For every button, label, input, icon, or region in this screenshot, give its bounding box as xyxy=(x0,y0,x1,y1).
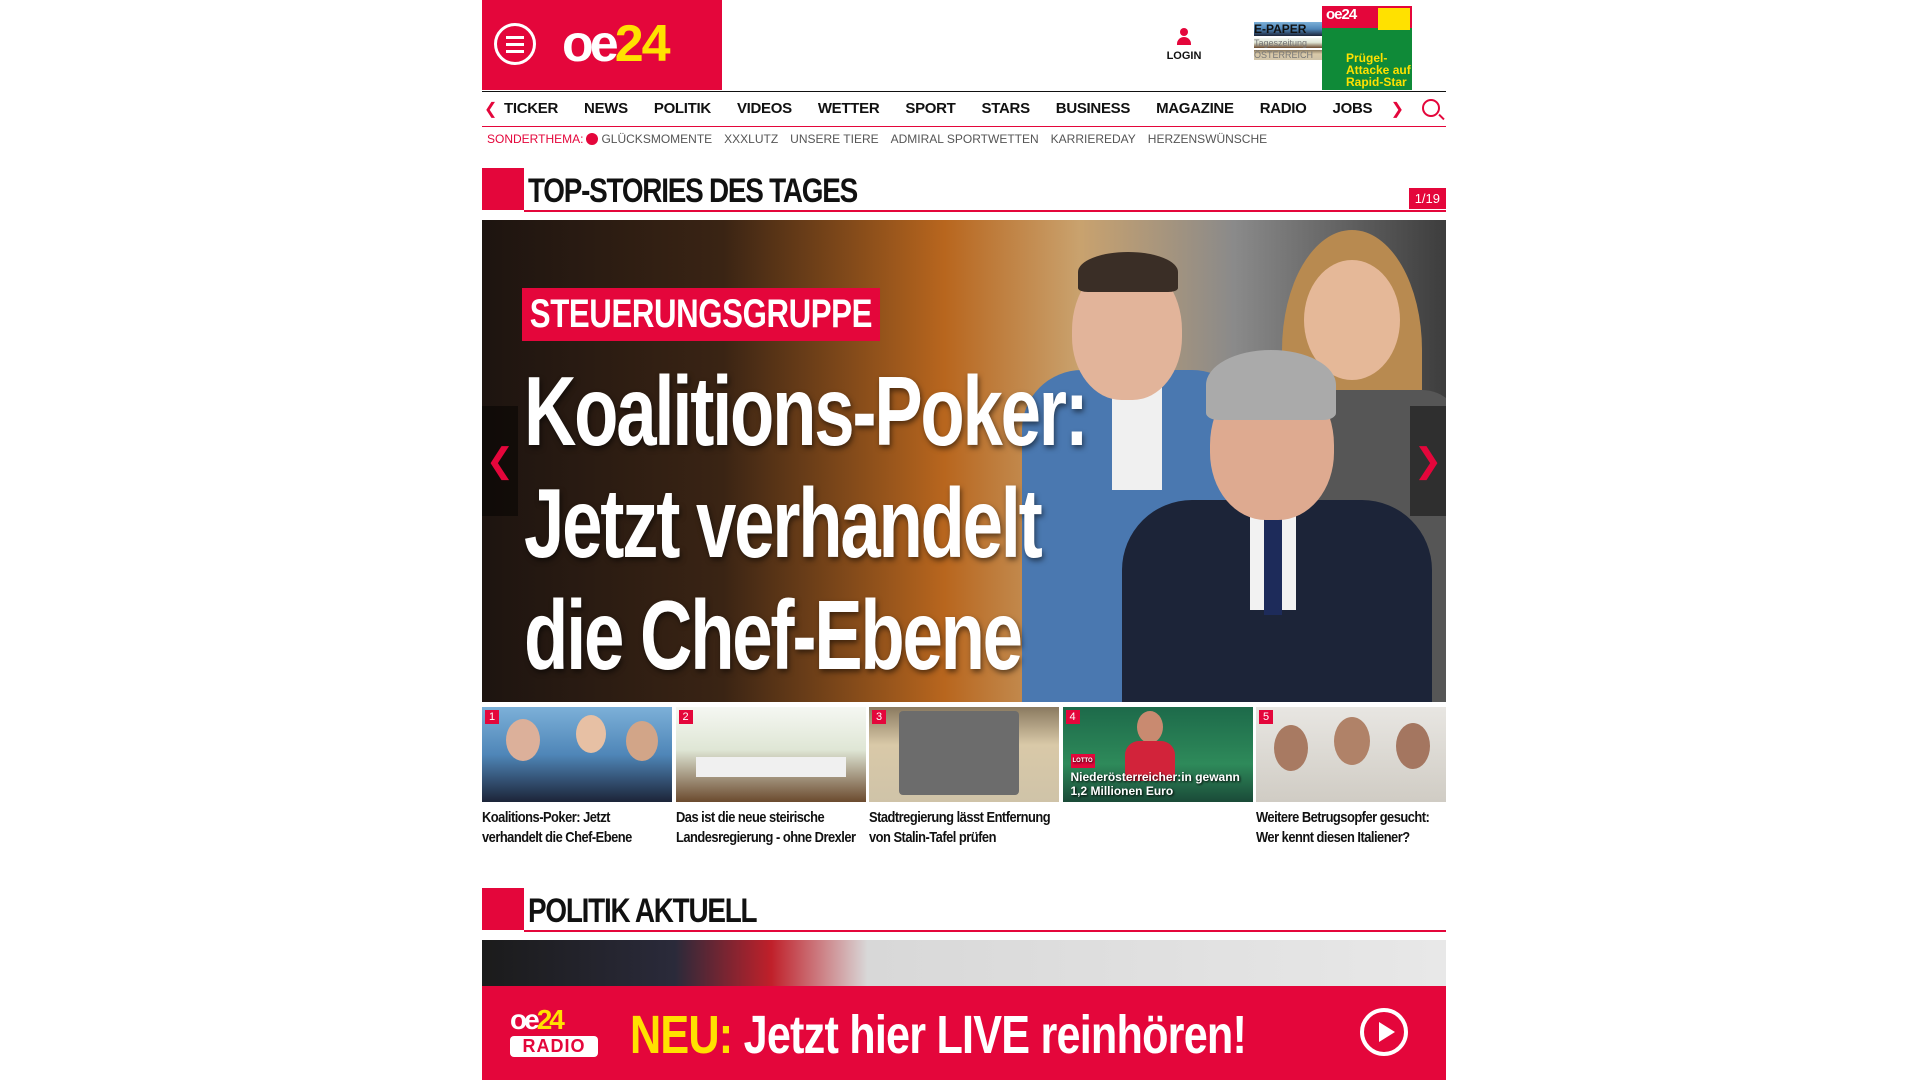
nav-prev-arrow[interactable]: ❮ xyxy=(484,99,497,119)
page: oe24 LOGIN E-PAPER Tageszeitung ÖSTERREI… xyxy=(482,0,1446,1080)
epaper-cover[interactable]: oe24 Prügel-Attacke auf Rapid-Star xyxy=(1322,6,1412,90)
subnav-item[interactable]: UNSERE TIERE xyxy=(790,132,878,146)
hero-next-button[interactable]: ❯ xyxy=(1410,406,1446,516)
teaser-image[interactable]: 2 xyxy=(675,707,866,802)
teaser-number: 4 xyxy=(1065,710,1080,724)
radio-logo-text: oe xyxy=(510,1004,540,1035)
teaser-image[interactable]: 5 xyxy=(1256,707,1446,802)
teaser-number: 3 xyxy=(872,710,887,724)
radio-logo: oe24 RADIO xyxy=(510,1006,598,1057)
radio-logo-num: 24 xyxy=(536,1004,565,1035)
subnav-list: GLÜCKSMOMENTE XXXLUTZ UNSERE TIERE ADMIRAL … xyxy=(601,132,1279,146)
nav-next-arrow[interactable]: ❯ xyxy=(1391,99,1404,119)
nav-item[interactable]: WETTER xyxy=(818,100,880,117)
site-logo[interactable]: oe24 xyxy=(562,14,671,74)
radio-new-label: NEU: xyxy=(630,1005,733,1065)
subnav-item[interactable]: GLÜCKSMOMENTE xyxy=(601,132,712,146)
login-button[interactable]: LOGIN xyxy=(1154,28,1214,62)
main-nav: ❮ TICKER NEWS POLITIK VIDEOS WETTER SPORT STAR… xyxy=(482,91,1446,127)
politik-heading: POLITIK AKTUELL xyxy=(482,888,1446,932)
story-teasers: 1 Koalitions-Poker: Jetzt verhandelt die… xyxy=(482,707,1446,848)
nav-item[interactable]: RADIO xyxy=(1260,100,1307,117)
nav-item[interactable]: POLITIK xyxy=(654,100,711,117)
nav-item[interactable]: BUSINESS xyxy=(1056,100,1131,117)
cover-headline: Prügel-Attacke auf Rapid-Star xyxy=(1346,51,1411,89)
teaser-caption[interactable]: Stadtregierung lässt Entfernung von Stal… xyxy=(869,808,1058,848)
radio-cta-text: Jetzt hier LIVE reinhören! xyxy=(732,1005,1247,1065)
teaser-number: 2 xyxy=(678,710,693,724)
teaser-card[interactable]: 1 Koalitions-Poker: Jetzt verhandelt die… xyxy=(482,707,672,848)
search-icon[interactable] xyxy=(1422,99,1440,117)
epaper-subtitle: Tageszeitung xyxy=(1254,38,1322,48)
section-title: POLITIK AKTUELL xyxy=(528,892,758,930)
radio-message: NEU: Jetzt hier LIVE reinhören! xyxy=(630,1004,1247,1066)
nav-item[interactable]: VIDEOS xyxy=(737,100,792,117)
subnav-label: SONDERTHEMA: xyxy=(487,132,584,146)
play-icon[interactable] xyxy=(1360,1008,1408,1056)
teaser-card[interactable]: 2 Das ist die neue steirische Landesregi… xyxy=(675,707,866,848)
hero-headline-line: die Chef-Ebene xyxy=(524,580,1023,690)
teaser-caption[interactable]: Koalitions-Poker: Jetzt verhandelt die C… xyxy=(482,808,671,848)
nav-list: TICKER NEWS POLITIK VIDEOS WETTER SPORT STARS B… xyxy=(504,100,1398,117)
hamburger-menu-icon[interactable] xyxy=(494,23,536,65)
teaser-caption[interactable]: Das ist die neue steirische Landesregier… xyxy=(676,808,865,848)
hero-headline-line: Jetzt verhandelt xyxy=(524,468,1043,578)
epaper-link[interactable]: E-PAPER Tageszeitung ÖSTERREICH xyxy=(1254,22,1322,60)
subnav-item[interactable]: HERZENSWÜNSCHE xyxy=(1148,132,1267,146)
lotto-tag: LOTTO xyxy=(1070,754,1095,768)
section-marker xyxy=(482,888,524,930)
epaper-country: ÖSTERREICH xyxy=(1254,50,1322,60)
hero-headline[interactable]: Koalitions-Poker: Jetzt verhandelt die C… xyxy=(524,355,1116,691)
nav-item[interactable]: NEWS xyxy=(584,100,628,117)
teaser-overlay-text: Niederösterreicher:in gewann 1,2 Million… xyxy=(1070,770,1240,798)
radio-logo-label: RADIO xyxy=(510,1036,598,1057)
teaser-number: 1 xyxy=(485,710,500,724)
logo-box[interactable]: oe24 xyxy=(482,0,722,90)
subnav-item[interactable]: KARRIEREDAY xyxy=(1051,132,1136,146)
nav-item[interactable]: SPORT xyxy=(905,100,955,117)
subnav-item[interactable]: ADMIRAL SPORTWETTEN xyxy=(891,132,1039,146)
user-icon xyxy=(1177,28,1191,46)
section-marker xyxy=(482,168,524,210)
teaser-caption[interactable]: Weitere Betrugsopfer gesucht: Wer kennt … xyxy=(1256,808,1445,848)
teaser-card[interactable]: 5 Weitere Betrugsopfer gesucht: Wer kenn… xyxy=(1256,707,1446,848)
nav-item[interactable]: TICKER xyxy=(504,100,558,117)
teaser-number: 5 xyxy=(1259,710,1274,724)
section-underline xyxy=(524,210,1446,212)
teaser-image[interactable]: 1 xyxy=(482,707,672,802)
hero-story[interactable]: STEUERUNGSGRUPPE Koalitions-Poker: Jetzt… xyxy=(482,220,1446,702)
radio-banner[interactable]: oe24 RADIO NEU: Jetzt hier LIVE reinhöre… xyxy=(482,986,1446,1080)
hero-prev-button[interactable]: ❮ xyxy=(482,406,518,516)
nav-item[interactable]: MAGAZINE xyxy=(1156,100,1234,117)
nav-item[interactable]: JOBS xyxy=(1333,100,1373,117)
teaser-image[interactable]: 4 LOTTO Niederösterreicher:in gewann 1,2… xyxy=(1062,707,1253,802)
top-stories-heading: TOP-STORIES DES TAGES 1/19 xyxy=(482,168,1446,212)
login-label: LOGIN xyxy=(1166,50,1202,62)
nav-item[interactable]: STARS xyxy=(982,100,1031,117)
clover-icon xyxy=(586,133,599,145)
epaper-title: E-PAPER xyxy=(1254,22,1322,36)
teaser-card[interactable]: 4 LOTTO Niederösterreicher:in gewann 1,2… xyxy=(1062,707,1253,848)
section-underline xyxy=(524,930,1446,932)
section-title: TOP-STORIES DES TAGES xyxy=(528,172,858,210)
hero-headline-line: Koalitions-Poker: xyxy=(524,356,1089,466)
story-counter: 1/19 xyxy=(1408,188,1446,209)
teaser-image[interactable]: 3 xyxy=(869,707,1059,802)
teaser-card[interactable]: 3 Stadtregierung lässt Entfernung von St… xyxy=(869,707,1059,848)
subnav-item[interactable]: XXXLUTZ xyxy=(724,132,778,146)
subnav: SONDERTHEMA: GLÜCKSMOMENTE XXXLUTZ UNSERE … xyxy=(482,128,1446,150)
hero-kicker: STEUERUNGSGRUPPE xyxy=(522,288,880,341)
hero-photo-person-center xyxy=(1122,350,1432,702)
teaser-overlay: LOTTO Niederösterreicher:in gewann 1,2 M… xyxy=(1070,751,1253,798)
cover-tag xyxy=(1378,8,1410,30)
